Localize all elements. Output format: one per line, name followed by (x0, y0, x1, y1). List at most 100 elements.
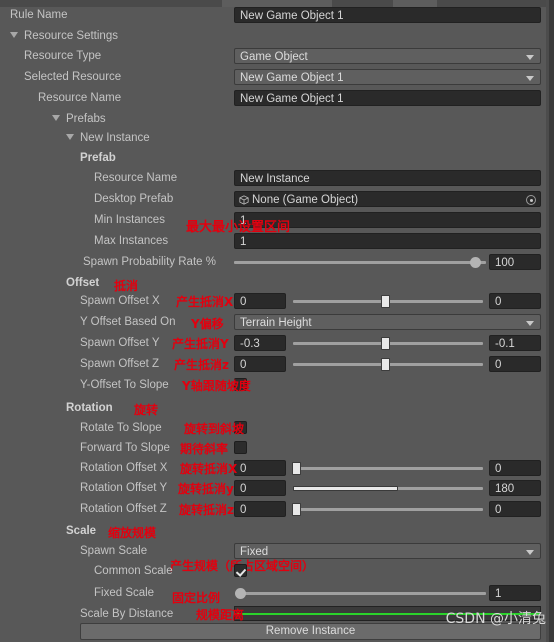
annotation-rotation: 旋转 (134, 403, 159, 417)
row-desktop-prefab: Desktop Prefab None (Game Object) (0, 189, 549, 209)
spawn-probability-slider-handle[interactable] (470, 257, 481, 268)
offset-header-label: Offset (66, 277, 100, 289)
annotation-scale: 缩放规模 (108, 526, 157, 540)
annotation-spawn-offset-y: 产生抵消Y (172, 337, 229, 351)
rule-name-input[interactable]: New Game Object 1 (234, 7, 541, 23)
row-forward-to-slope: Forward To Slope (0, 438, 549, 458)
annotation-rot-off-x: 旋转抵消X (180, 462, 238, 476)
row-offset-header: Offset 抵消 (0, 273, 549, 293)
scale-by-distance-label: Scale By Distance (80, 608, 174, 620)
spawn-offset-y-min[interactable]: -0.3 (234, 335, 286, 351)
csdn-watermark: CSDN @小清兔 (445, 611, 546, 627)
row-rotation-offset-y: Rotation Offset Y 0 180 (0, 478, 549, 498)
row-rotation-offset-x: Rotation Offset X 0 0 (0, 458, 549, 478)
row-spawn-offset-z: Spawn Offset Z 0 0 (0, 354, 549, 374)
new-instance-label: New Instance (80, 132, 150, 144)
forward-to-slope-checkbox[interactable] (234, 441, 247, 454)
rotation-offset-y-min[interactable]: 0 (234, 480, 286, 496)
desktop-prefab-label: Desktop Prefab (94, 193, 174, 205)
row-rotation-offset-z: Rotation Offset Z 0 0 (0, 499, 549, 519)
spawn-offset-y-label: Spawn Offset Y (80, 337, 160, 349)
object-picker-icon[interactable] (526, 195, 536, 205)
spawn-offset-y-max[interactable]: -0.1 (489, 335, 541, 351)
rotation-offset-x-slider[interactable] (293, 467, 483, 470)
row-resource-settings[interactable]: Resource Settings (0, 26, 549, 46)
row-y-offset-to-slope: Y-Offset To Slope (0, 375, 549, 395)
row-rule-name: Rule Name New Game Object 1 (0, 5, 549, 25)
row-fixed-scale: Fixed Scale 1 (0, 583, 549, 603)
spawn-offset-z-max[interactable]: 0 (489, 356, 541, 372)
row-spawn-probability: Spawn Probability Rate % 100 (0, 252, 549, 272)
spawn-scale-label: Spawn Scale (80, 545, 148, 557)
row-scale-header: Scale 缩放规模 (0, 521, 549, 541)
row-selected-resource: Selected Resource New Game Object 1 (0, 67, 549, 87)
spawn-offset-z-slider-handle[interactable] (381, 358, 390, 371)
common-scale-checkbox[interactable] (234, 564, 247, 577)
row-y-offset-based-on: Y Offset Based On Terrain Height (0, 312, 549, 332)
prefab-resource-name-label: Resource Name (94, 172, 178, 184)
rule-name-label: Rule Name (10, 9, 68, 21)
resource-type-label: Resource Type (24, 50, 102, 62)
row-spawn-offset-y: Spawn Offset Y -0.3 -0.1 (0, 333, 549, 353)
rotation-offset-z-min[interactable]: 0 (234, 501, 286, 517)
prefab-resource-name-input[interactable]: New Instance (234, 170, 541, 186)
fixed-scale-slider[interactable] (240, 592, 486, 595)
rotation-offset-y-slider-fill[interactable] (293, 486, 398, 491)
spawn-probability-slider[interactable] (234, 261, 486, 264)
row-common-scale: Common Scale (0, 561, 549, 581)
row-rotate-to-slope: Rotate To Slope (0, 418, 549, 438)
annotation-y-offset-slope: Y轴跟随坡度 (182, 379, 251, 393)
chevron-down-icon (526, 55, 534, 60)
foldout-triangle-icon[interactable] (10, 32, 18, 38)
row-prefabs[interactable]: Prefabs (0, 109, 549, 129)
fixed-scale-value[interactable]: 1 (489, 585, 541, 601)
spawn-offset-x-max[interactable]: 0 (489, 293, 541, 309)
rotation-offset-z-slider-handle[interactable] (292, 503, 301, 516)
max-instances-input[interactable]: 1 (234, 233, 541, 249)
row-prefab-header: Prefab (0, 148, 549, 168)
rotation-offset-z-max[interactable]: 0 (489, 501, 541, 517)
rotation-offset-x-min[interactable]: 0 (234, 460, 286, 476)
resource-type-dropdown[interactable]: Game Object (234, 48, 541, 64)
annotation-y-offset: Y偏移 (191, 317, 224, 331)
spawn-offset-x-slider-handle[interactable] (381, 295, 390, 308)
annotation-spawn-offset-x: 产生抵消X (176, 295, 234, 309)
foldout-triangle-icon[interactable] (52, 115, 60, 121)
desktop-prefab-object-field[interactable]: None (Game Object) (234, 191, 541, 207)
rotation-offset-y-max[interactable]: 180 (489, 480, 541, 496)
annotation-rotate-to-slope: 旋转到斜坡 (184, 422, 245, 436)
panel-right-edge (549, 0, 554, 642)
resource-settings-label: Resource Settings (24, 30, 118, 42)
selected-resource-label: Selected Resource (24, 71, 122, 83)
row-max-instances: Max Instances 1 (0, 231, 549, 251)
fixed-scale-slider-handle[interactable] (235, 588, 246, 599)
y-offset-to-slope-label: Y-Offset To Slope (80, 379, 169, 391)
resource-name-label: Resource Name (38, 92, 122, 104)
resource-name-input[interactable]: New Game Object 1 (234, 90, 541, 106)
scale-header-label: Scale (66, 525, 97, 537)
annotation-spawn-offset-z: 产生抵消z (174, 358, 229, 372)
spawn-offset-y-slider-handle[interactable] (381, 337, 390, 350)
row-prefab-resource-name: Resource Name New Instance (0, 168, 549, 188)
spawn-offset-z-min[interactable]: 0 (234, 356, 286, 372)
spawn-offset-x-min[interactable]: 0 (234, 293, 286, 309)
y-offset-based-on-dropdown[interactable]: Terrain Height (234, 314, 541, 330)
rotation-offset-z-label: Rotation Offset Z (80, 503, 167, 515)
common-scale-label: Common Scale (94, 565, 173, 577)
annotation-rot-off-y: 旋转抵消y (178, 482, 234, 496)
row-new-instance[interactable]: New Instance (0, 128, 549, 148)
rotate-to-slope-label: Rotate To Slope (80, 422, 162, 434)
spawn-probability-label: Spawn Probability Rate % (83, 256, 216, 268)
unity-inspector-panel: Rule Name New Game Object 1 Resource Set… (0, 0, 554, 642)
spawn-probability-value[interactable]: 100 (489, 254, 541, 270)
row-resource-type: Resource Type Game Object (0, 46, 549, 66)
selected-resource-dropdown[interactable]: New Game Object 1 (234, 69, 541, 85)
foldout-triangle-icon[interactable] (66, 134, 74, 140)
rotation-offset-z-slider[interactable] (293, 508, 483, 511)
rotation-offset-x-max[interactable]: 0 (489, 460, 541, 476)
rotation-offset-x-slider-handle[interactable] (292, 462, 301, 475)
min-instances-label: Min Instances (94, 214, 165, 226)
row-rotation-header: Rotation 旋转 (0, 398, 549, 418)
chevron-down-icon (526, 550, 534, 555)
annotation-forward-to-slope: 期待斜率 (180, 442, 229, 456)
